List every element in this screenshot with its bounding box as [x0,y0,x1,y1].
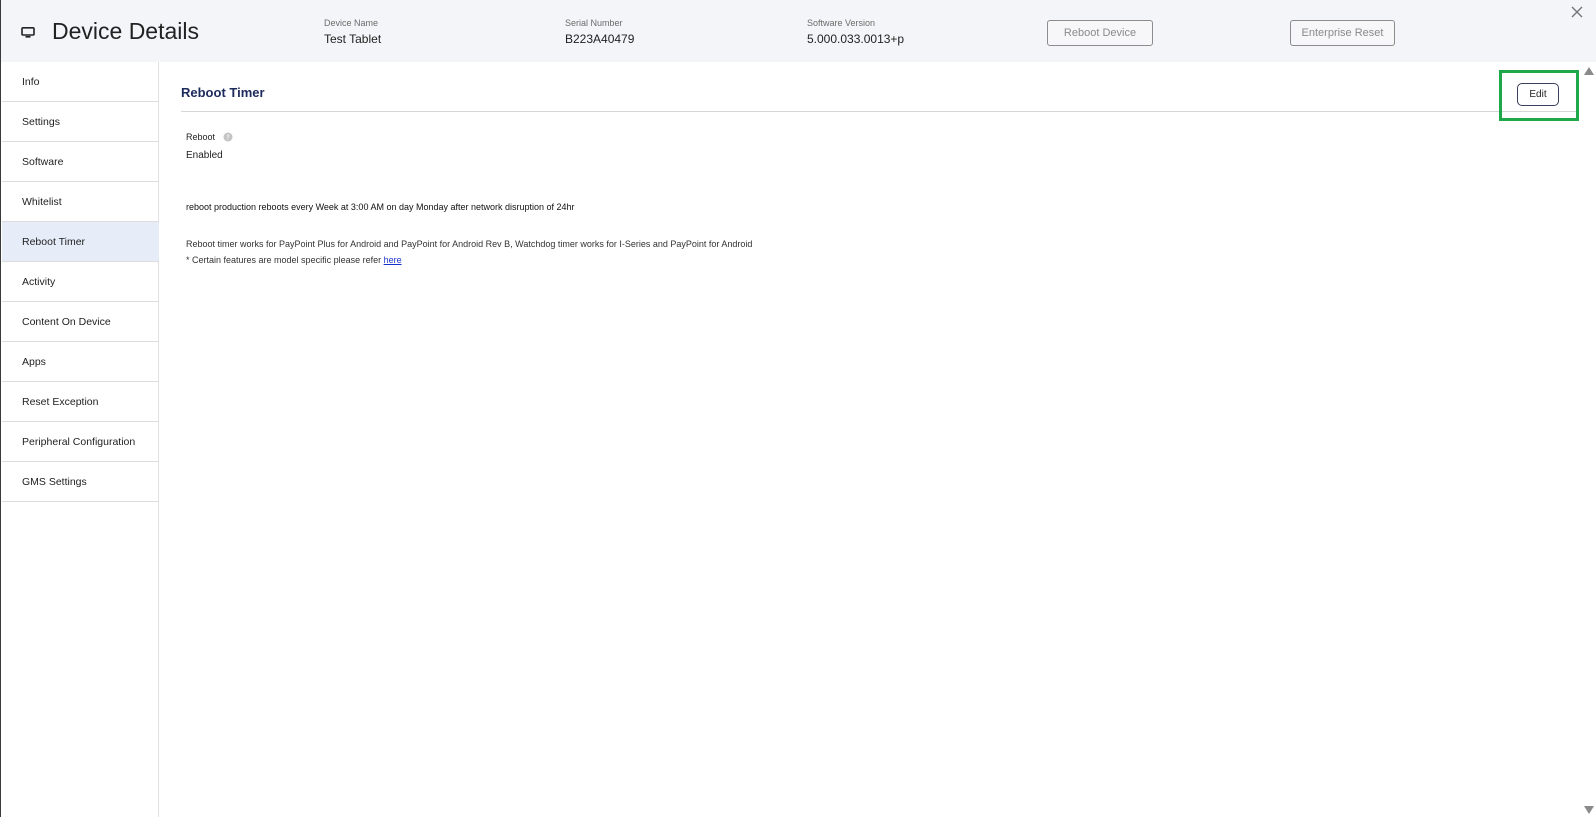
device-name-value: Test Tablet [324,32,382,46]
reboot-schedule-summary: reboot production reboots every Week at … [186,202,575,212]
serial-number-block: Serial Number B223A40479 [565,18,634,46]
section-divider [181,111,1579,112]
software-version-block: Software Version 5.000.033.0013+p [807,18,904,46]
model-specific-note-text: * Certain features are model specific pl… [186,255,384,265]
reboot-label: Reboot [186,132,216,142]
main-content: Reboot Timer Edit Reboot ? Enabled reboo… [159,62,1585,817]
device-name-label: Device Name [324,18,379,28]
sidebar-item-software[interactable]: Software [2,142,159,182]
sidebar-item-reset-exception[interactable]: Reset Exception [2,382,159,422]
sidebar-item-info[interactable]: Info [2,62,159,102]
reboot-status-value: Enabled [186,150,223,161]
serial-number-label: Serial Number [565,18,623,28]
sidebar-item-gms-settings[interactable]: GMS Settings [2,462,159,502]
software-version-value: 5.000.033.0013+p [807,32,905,46]
enterprise-reset-button[interactable]: Enterprise Reset [1290,20,1395,46]
scroll-down-arrow-icon[interactable] [1583,805,1595,815]
sidebar-item-content-on-device[interactable]: Content On Device [2,302,159,342]
device-details-window: Device Details Device Name Test Tablet S… [0,0,1596,817]
model-specific-note: * Certain features are model specific pl… [186,255,402,265]
close-icon[interactable] [1569,4,1585,20]
edit-button[interactable]: Edit [1517,83,1559,106]
device-name-block: Device Name Test Tablet [324,18,381,46]
sidebar-item-apps[interactable]: Apps [2,342,159,382]
scroll-up-arrow-icon[interactable] [1583,66,1595,76]
sidebar-item-peripheral-configuration[interactable]: Peripheral Configuration [2,422,159,462]
section-title: Reboot Timer [181,85,265,100]
serial-number-value: B223A40479 [565,32,635,46]
sidebar-nav: Info Settings Software Whitelist Reboot … [2,62,159,817]
page-title: Device Details [52,18,199,44]
question-circle-icon[interactable]: ? [223,132,233,142]
compatibility-note: Reboot timer works for PayPoint Plus for… [186,239,753,249]
sidebar-item-reboot-timer[interactable]: Reboot Timer [2,222,159,262]
sidebar-item-activity[interactable]: Activity [2,262,159,302]
reboot-device-button[interactable]: Reboot Device [1047,20,1153,46]
svg-text:?: ? [226,134,230,142]
software-version-label: Software Version [807,18,876,28]
monitor-icon [21,27,35,38]
sidebar-item-settings[interactable]: Settings [2,102,159,142]
sidebar-item-whitelist[interactable]: Whitelist [2,182,159,222]
here-link[interactable]: here [384,255,402,265]
device-header: Device Details Device Name Test Tablet S… [1,0,1596,62]
